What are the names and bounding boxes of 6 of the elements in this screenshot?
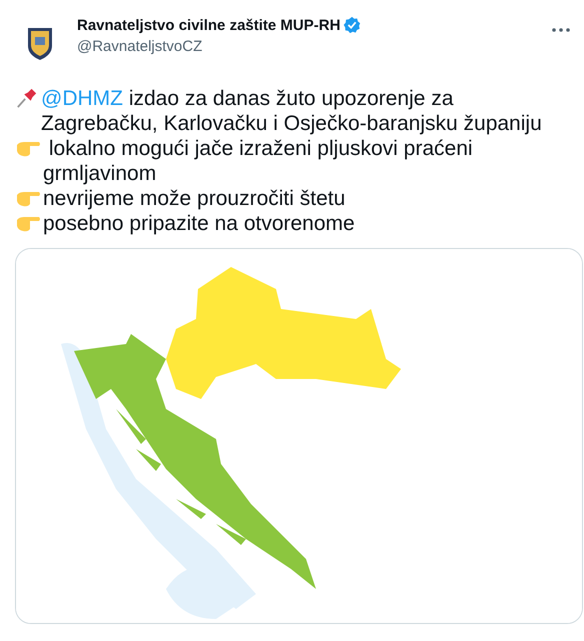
more-icon[interactable] (552, 28, 570, 32)
tweet-text: posebno pripazite na otvorenome (43, 211, 356, 236)
pushpin-icon (15, 87, 39, 109)
author-name[interactable]: Ravnateljstvo civilne zaštite MUP-RH (77, 16, 340, 34)
author-handle[interactable]: @RavnateljstvoCZ (77, 38, 535, 55)
tweet-text: nevrijeme može prouzročiti štetu (43, 186, 346, 211)
